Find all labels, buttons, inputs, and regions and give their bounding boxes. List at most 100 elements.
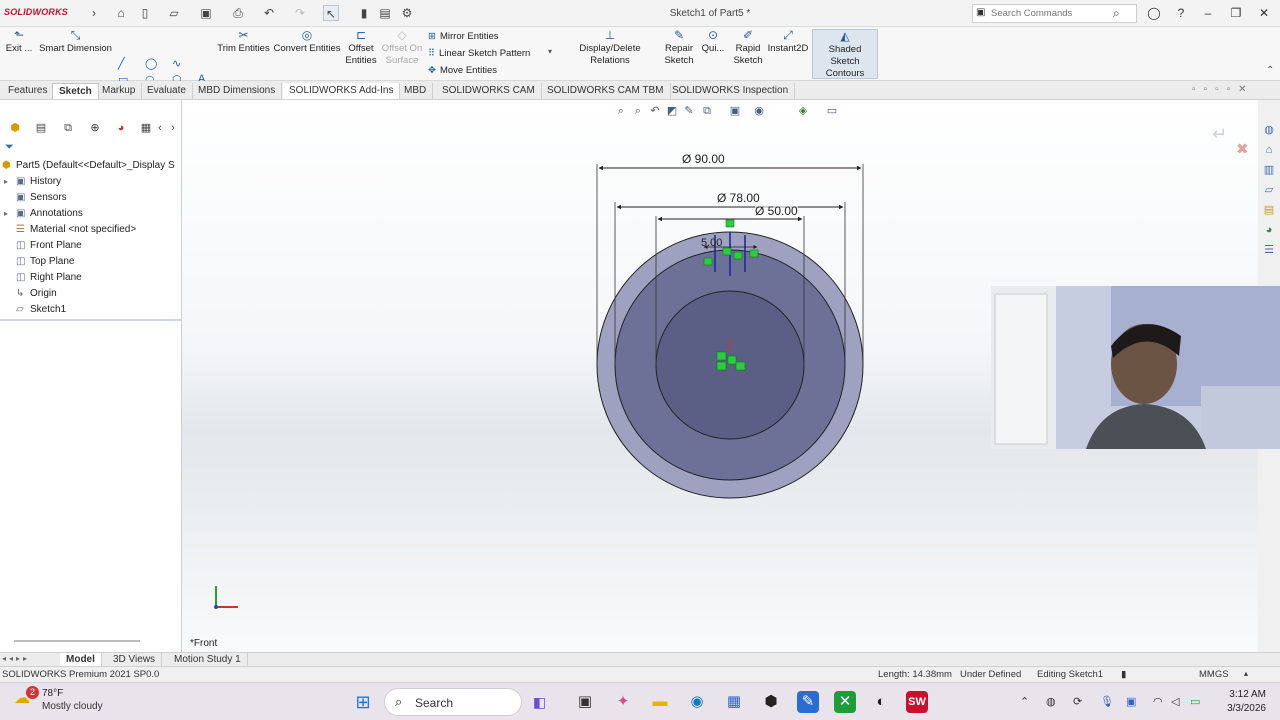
offset-on-surface-button[interactable]: ◇ Offset On Surface (381, 29, 423, 67)
tree-item-history[interactable]: ▸ ▣ History (4, 174, 61, 190)
search-commands-box[interactable]: ▣ ⌕ (972, 4, 1137, 23)
panel-scrollbar[interactable] (14, 640, 140, 642)
tree-item-front-plane[interactable]: ◫ Front Plane (4, 238, 82, 254)
tab-solidworks-cam[interactable]: SOLIDWORKS CAM (436, 83, 542, 99)
weather-desc[interactable]: Mostly cloudy (42, 701, 103, 712)
mirror-entities-button[interactable]: ⊞ Mirror Entities (428, 31, 499, 42)
redo-icon[interactable]: ↷ (292, 5, 308, 21)
store-icon[interactable]: ▦ (723, 691, 745, 713)
relation-glyph[interactable] (716, 351, 727, 361)
repair-sketch-button[interactable]: ✎ Repair Sketch (664, 29, 694, 67)
rebuild-icon[interactable]: ▮ (1121, 669, 1126, 680)
weather-temp[interactable]: 78°F (42, 688, 63, 699)
show-hidden-icons[interactable]: ⌃ (1020, 695, 1029, 708)
linear-pattern-button[interactable]: ⠿ Linear Sketch Pattern (428, 48, 530, 59)
tab-sketch[interactable]: Sketch (52, 83, 99, 99)
dimension-small[interactable]: 5.00 (701, 237, 722, 249)
line-icon[interactable]: ╱ (118, 57, 125, 70)
app-cube-icon[interactable]: ⬢ (760, 691, 782, 713)
minimize-icon[interactable]: – (1200, 5, 1216, 21)
recorder-icon[interactable]: ◐ (870, 691, 892, 713)
quick-snaps-button[interactable]: ⊙ Qui... (699, 29, 727, 55)
tab-model[interactable]: Model (60, 653, 102, 667)
relation-glyph[interactable] (703, 257, 713, 266)
configuration-manager-tab-icon[interactable]: ⧉ (59, 120, 77, 136)
tab-solidworks-cam-tbm[interactable]: SOLIDWORKS CAM TBM (541, 83, 671, 99)
relation-glyph[interactable] (716, 361, 727, 371)
convert-entities-button[interactable]: ◎ Convert Entities (273, 29, 341, 55)
tray-device-icon[interactable]: ▣ (1126, 695, 1136, 708)
relation-glyph[interactable] (749, 249, 759, 258)
tab-mbd[interactable]: MBD (398, 83, 434, 99)
tab-navigation-icon[interactable]: ◂◂▸▸ (2, 654, 30, 663)
microphone-icon[interactable]: 🎙 (1100, 695, 1114, 708)
dimxpert-tab-icon[interactable]: ⊕ (86, 120, 104, 136)
tab-solidworks-inspection[interactable]: SOLIDWORKS Inspection (666, 83, 796, 99)
home-icon[interactable]: ⌂ (113, 5, 129, 21)
file-properties-icon[interactable]: ▤ (377, 5, 393, 21)
pattern-dropdown-icon[interactable]: ▾ (548, 47, 552, 56)
volume-icon[interactable]: ◁ (1171, 695, 1179, 708)
offset-entities-button[interactable]: ⊏ Offset Entities (343, 29, 379, 67)
cancel-sketch-icon[interactable]: ✖ (1236, 140, 1249, 158)
display-delete-relations-button[interactable]: ⊥ Display/Delete Relations (560, 29, 660, 67)
clock-time[interactable]: 3:12 AM (1222, 689, 1266, 700)
close-icon[interactable]: ✕ (1256, 5, 1272, 21)
unit-dropdown-icon[interactable]: ▴ (1244, 669, 1248, 678)
design-library-icon[interactable]: ⌂ (1261, 142, 1277, 158)
edge-icon[interactable]: ◉ (686, 691, 708, 713)
shaded-sketch-contours-button[interactable]: ◭ Shaded Sketch Contours (812, 29, 878, 79)
dimension-inner[interactable]: Ø 50.00 (755, 204, 798, 218)
tree-item-sketch1[interactable]: ▱ Sketch1 (4, 302, 66, 318)
copilot-icon[interactable]: ✦ (612, 691, 634, 713)
tab-features[interactable]: Features (2, 83, 55, 99)
traffic-light-icon[interactable]: ▮ (356, 5, 372, 21)
file-explorer-taskbar-icon[interactable]: ▬ (649, 691, 671, 713)
tab-markup[interactable]: Markup (96, 83, 143, 99)
save-icon[interactable]: ▣ (198, 5, 214, 21)
expand-menu-icon[interactable]: › (86, 5, 102, 21)
expand-icon[interactable]: ▸ (4, 174, 16, 190)
file-explorer-icon[interactable]: ▥ (1261, 162, 1277, 178)
view-palette-icon[interactable]: ▱ (1261, 182, 1277, 198)
custom-properties-icon[interactable]: ◕ (1261, 222, 1277, 238)
search-icon[interactable]: ⌕ (1113, 6, 1120, 21)
confirm-sketch-icon[interactable]: ↵ (1212, 124, 1227, 145)
pen-app-icon[interactable]: ✎ (797, 691, 819, 713)
open-file-icon[interactable]: ▱ (166, 5, 182, 21)
help-icon[interactable]: ? (1173, 5, 1189, 21)
wifi-icon[interactable]: ◠ (1153, 695, 1163, 708)
smart-dimension-button[interactable]: ⤡ Smart Dimension (38, 29, 113, 55)
tab-motion-study-1[interactable]: Motion Study 1 (168, 653, 248, 667)
relation-glyph[interactable] (727, 355, 737, 365)
inner-circle[interactable] (655, 290, 805, 440)
options-gear-icon[interactable]: ⚙ (399, 5, 415, 21)
forum-icon[interactable]: ☰ (1261, 242, 1277, 258)
tree-item-annotations[interactable]: ▸ ▣ Annotations (4, 206, 83, 222)
tree-item-sensors[interactable]: ▣ Sensors (4, 190, 67, 206)
tab-3d-views[interactable]: 3D Views (107, 653, 163, 667)
tree-item-material[interactable]: ☰ Material <not specified> (4, 222, 136, 238)
tab-evaluate[interactable]: Evaluate (141, 83, 193, 99)
tray-sync-icon[interactable]: ⟳ (1073, 695, 1082, 708)
move-entities-button[interactable]: ✥ Move Entities (428, 65, 497, 76)
tab-solidworks-add-ins[interactable]: SOLIDWORKS Add-Ins (283, 83, 401, 99)
solidworks-taskbar-icon[interactable]: SW (906, 691, 928, 713)
user-icon[interactable]: ◯ (1146, 5, 1162, 21)
instant2d-button[interactable]: ⤢ Instant2D (766, 29, 810, 55)
tree-item-right-plane[interactable]: ◫ Right Plane (4, 270, 82, 286)
relation-glyph[interactable] (722, 247, 732, 256)
appearances-icon[interactable]: ▤ (1261, 202, 1277, 218)
dimension-middle[interactable]: Ø 78.00 (717, 191, 760, 205)
relation-glyph[interactable] (735, 361, 746, 371)
tree-item-top-plane[interactable]: ◫ Top Plane (4, 254, 74, 270)
task-view-icon[interactable]: ▣ (574, 691, 596, 713)
undo-icon[interactable]: ↶ (261, 5, 277, 21)
battery-icon[interactable]: ▭ (1190, 695, 1200, 708)
print-icon[interactable]: ⎙ (230, 5, 246, 21)
select-icon[interactable]: ↖ (323, 5, 339, 21)
relation-glyph[interactable] (725, 219, 735, 228)
dimension-outer[interactable]: Ø 90.00 (682, 152, 725, 166)
expand-icon[interactable]: ▸ (4, 206, 16, 222)
rollback-bar[interactable] (0, 319, 181, 321)
